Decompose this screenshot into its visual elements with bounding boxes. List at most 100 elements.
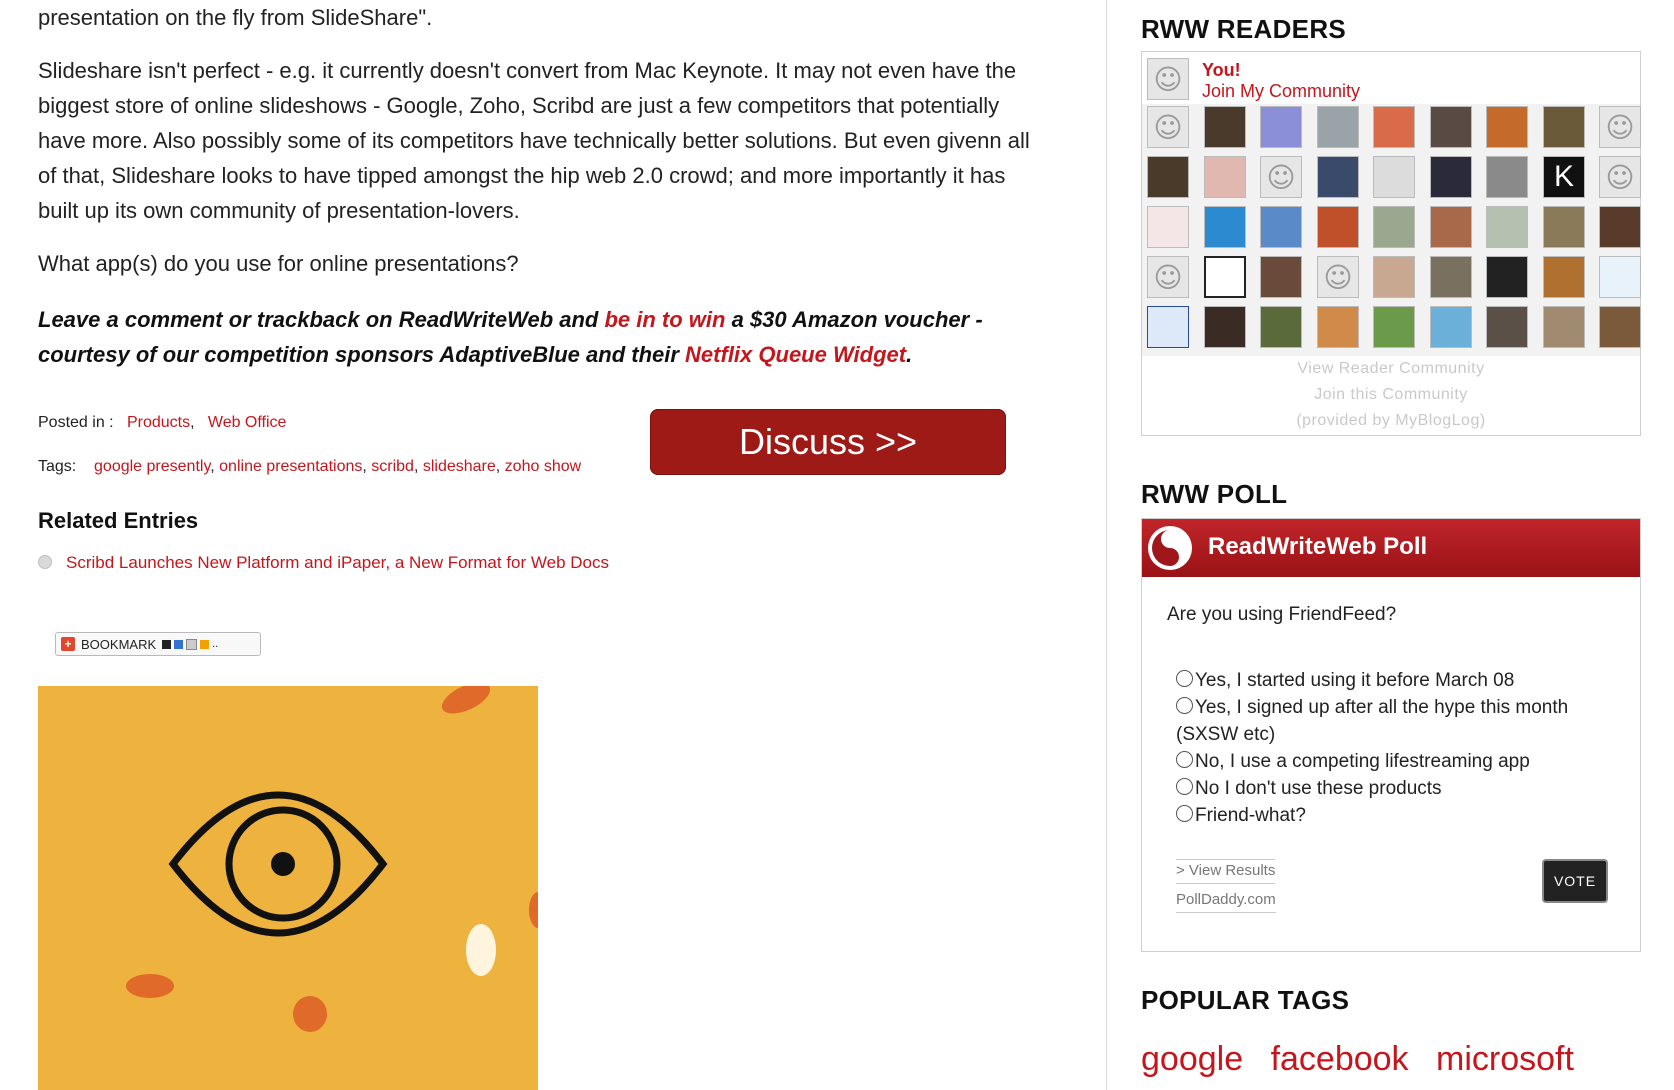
- poll-question: Are you using FriendFeed?: [1167, 604, 1397, 625]
- reader-avatar[interactable]: K: [1543, 156, 1585, 198]
- reader-avatar[interactable]: [1430, 106, 1472, 148]
- poll-option-continued: (SXSW etc): [1176, 724, 1276, 745]
- radio-button[interactable]: [1176, 697, 1193, 714]
- competition-notice: Leave a comment or trackback on ReadWrit…: [38, 302, 1048, 372]
- reader-avatar[interactable]: ☺: [1599, 156, 1641, 198]
- eye-illustration: [126, 686, 538, 1032]
- polldaddy-link[interactable]: PollDaddy.com: [1176, 889, 1276, 913]
- reader-avatar[interactable]: [1147, 306, 1189, 348]
- reader-avatar[interactable]: [1317, 206, 1359, 248]
- reader-avatar[interactable]: [1486, 206, 1528, 248]
- related-entry: Scribd Launches New Platform and iPaper,…: [38, 553, 609, 573]
- article-paragraph-1: Slideshare isn't perfect - e.g. it curre…: [38, 58, 1030, 223]
- reader-avatar[interactable]: [1204, 306, 1246, 348]
- polldaddy-logo-icon: [1148, 526, 1192, 570]
- reader-avatar[interactable]: [1317, 306, 1359, 348]
- readers-heading: RWW READERS: [1141, 14, 1347, 44]
- category-link-products[interactable]: Products: [127, 414, 190, 431]
- popular-tags-heading: POPULAR TAGS: [1141, 985, 1350, 1015]
- bookmark-button[interactable]: + BOOKMARK ..: [55, 632, 261, 656]
- tag-link[interactable]: slideshare: [423, 458, 496, 475]
- reader-avatar[interactable]: [1204, 106, 1246, 148]
- reader-avatar[interactable]: [1204, 256, 1246, 298]
- reader-avatar[interactable]: [1430, 156, 1472, 198]
- radio-button[interactable]: [1176, 670, 1193, 687]
- column-divider: [1106, 0, 1107, 1090]
- reader-avatar[interactable]: [1147, 156, 1189, 198]
- reader-avatar[interactable]: [1373, 106, 1415, 148]
- poll-option[interactable]: No, I use a competing lifestreaming app: [1176, 748, 1530, 775]
- poll-option[interactable]: Yes, I started using it before March 08: [1176, 667, 1514, 694]
- reader-avatar[interactable]: [1486, 256, 1528, 298]
- reader-avatar[interactable]: [1430, 256, 1472, 298]
- popular-tag-link[interactable]: google: [1141, 1040, 1243, 1078]
- tag-link[interactable]: zoho show: [505, 458, 582, 475]
- cta-text-1: Leave a comment or trackback on ReadWrit…: [38, 307, 605, 332]
- reader-avatar[interactable]: [1543, 206, 1585, 248]
- poll-option[interactable]: No I don't use these products: [1176, 775, 1442, 802]
- avatar-you[interactable]: ☺: [1147, 58, 1189, 100]
- reader-avatar[interactable]: [1260, 256, 1302, 298]
- reader-avatar[interactable]: [1486, 306, 1528, 348]
- reader-avatar[interactable]: [1599, 206, 1641, 248]
- tag-link[interactable]: scribd: [371, 458, 414, 475]
- poll-title: ReadWriteWeb Poll: [1208, 533, 1428, 560]
- discuss-button[interactable]: Discuss >>: [650, 409, 1006, 475]
- reader-avatar[interactable]: [1430, 206, 1472, 248]
- reader-avatar[interactable]: ☺: [1317, 256, 1359, 298]
- poll-option[interactable]: Friend-what?: [1176, 802, 1306, 829]
- radio-button[interactable]: [1176, 805, 1193, 822]
- radio-button[interactable]: [1176, 778, 1193, 795]
- related-entries-heading: Related Entries: [38, 508, 199, 533]
- reader-avatar[interactable]: [1373, 156, 1415, 198]
- reader-avatar[interactable]: [1373, 256, 1415, 298]
- reader-avatar[interactable]: ☺: [1599, 106, 1641, 148]
- plus-icon: +: [61, 637, 75, 651]
- reader-avatar[interactable]: [1204, 156, 1246, 198]
- reader-avatar[interactable]: [1430, 306, 1472, 348]
- join-this-community-link[interactable]: Join this Community: [1142, 386, 1640, 404]
- reader-avatar[interactable]: [1486, 106, 1528, 148]
- reader-avatar[interactable]: [1260, 206, 1302, 248]
- reader-avatar[interactable]: ☺: [1147, 106, 1189, 148]
- bookmark-label: BOOKMARK: [81, 636, 157, 652]
- article-illustration: [38, 686, 538, 1090]
- cta-text-3: .: [906, 342, 913, 367]
- reader-avatar[interactable]: ☺: [1260, 156, 1302, 198]
- be-in-to-win-link[interactable]: be in to win: [604, 307, 725, 332]
- view-reader-community-link[interactable]: View Reader Community: [1142, 360, 1640, 378]
- reader-avatar[interactable]: [1599, 306, 1641, 348]
- posted-in-label: Posted in :: [38, 414, 114, 431]
- tag-link[interactable]: online presentations: [219, 458, 362, 475]
- reader-avatar[interactable]: [1543, 106, 1585, 148]
- netflix-queue-widget-link[interactable]: Netflix Queue Widget: [685, 342, 906, 367]
- reader-avatar[interactable]: [1317, 156, 1359, 198]
- reader-avatar[interactable]: [1260, 106, 1302, 148]
- poll-option[interactable]: Yes, I signed up after all the hype this…: [1176, 694, 1568, 721]
- reader-avatar[interactable]: [1599, 256, 1641, 298]
- radio-button[interactable]: [1176, 751, 1193, 768]
- popular-tag-link[interactable]: microsoft: [1436, 1040, 1574, 1078]
- vote-button[interactable]: VOTE: [1542, 859, 1608, 903]
- reader-avatar[interactable]: [1317, 106, 1359, 148]
- category-link-web-office[interactable]: Web Office: [208, 414, 287, 431]
- you-label: You!: [1202, 60, 1241, 80]
- reader-avatar[interactable]: [1486, 156, 1528, 198]
- join-my-community-link[interactable]: Join My Community: [1202, 81, 1360, 102]
- popular-tag-link[interactable]: facebook: [1271, 1040, 1409, 1078]
- related-entry-link[interactable]: Scribd Launches New Platform and iPaper,…: [66, 553, 609, 572]
- reader-avatar[interactable]: [1147, 206, 1189, 248]
- reader-avatar[interactable]: [1260, 306, 1302, 348]
- tag-link[interactable]: google presently: [94, 458, 210, 475]
- poll-heading: RWW POLL: [1141, 479, 1288, 509]
- view-results-link[interactable]: > View Results: [1176, 859, 1276, 884]
- reader-avatar[interactable]: [1543, 256, 1585, 298]
- reader-avatar[interactable]: [1543, 306, 1585, 348]
- posted-in: Posted in : Products, Web Office: [38, 414, 287, 431]
- readers-widget: ☺ You! Join My Community ☺ ☺ ☺ K ☺ ☺ ☺ V…: [1141, 51, 1641, 436]
- reader-avatar[interactable]: [1204, 206, 1246, 248]
- provided-by-mybloglog: (provided by MyBlogLog): [1296, 412, 1486, 429]
- reader-avatar[interactable]: [1373, 306, 1415, 348]
- reader-avatar[interactable]: [1373, 206, 1415, 248]
- reader-avatar[interactable]: ☺: [1147, 256, 1189, 298]
